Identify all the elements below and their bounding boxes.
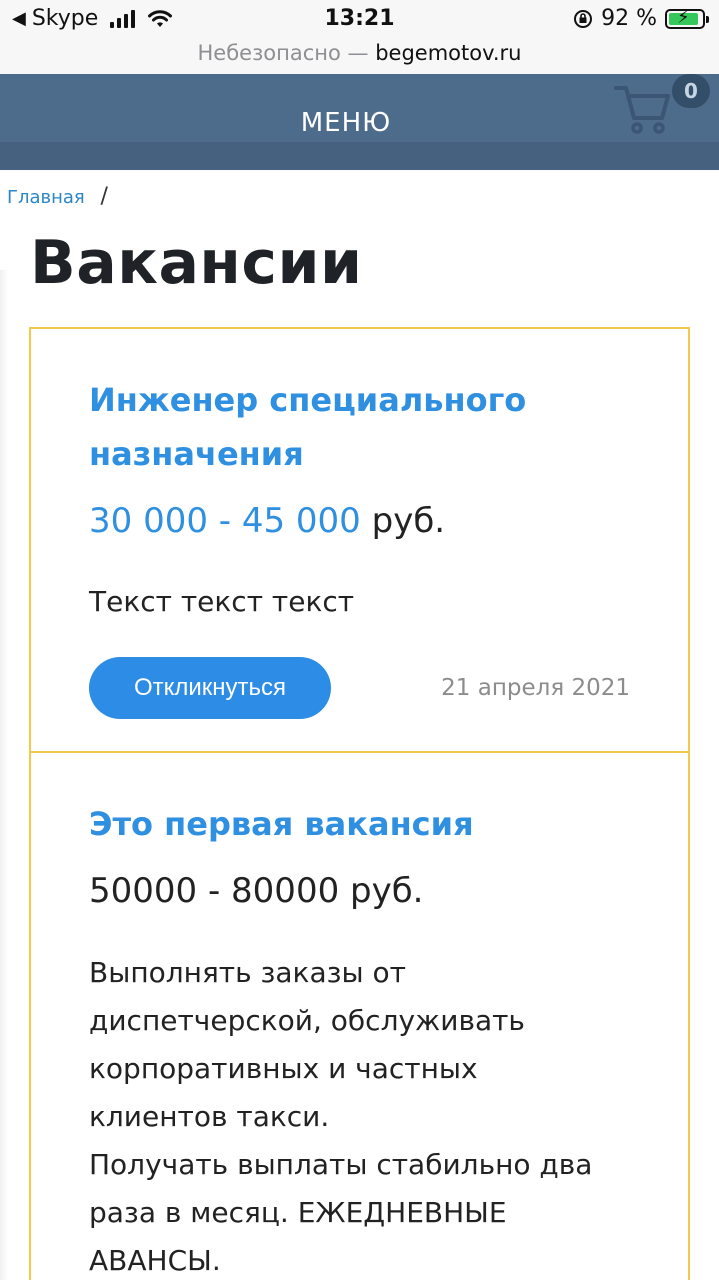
salary-currency: руб. [360,501,446,541]
respond-button[interactable]: Откликнуться [89,657,331,719]
page-title: Вакансии [30,228,363,298]
menu-button[interactable]: МЕНЮ [0,108,692,138]
cart-count-badge: 0 [672,74,710,108]
vacancy-salary: 30 000 - 45 000 руб. [89,501,445,541]
battery-percent: 92 % [601,6,657,31]
vacancy-description: Текст текст текст [89,585,355,618]
breadcrumb-home-link[interactable]: Главная [7,187,85,208]
salary-range: 30 000 - 45 000 [89,501,361,541]
address-bar[interactable]: Небезопасно — begemotov.ru [0,40,719,74]
status-right: 92 % ⚡ [573,6,709,31]
breadcrumb-separator: / [100,184,108,209]
vacancy-card: Инженер специального назначения 30 000 -… [29,327,690,753]
vacancy-title[interactable]: Инженер специального назначения [89,373,649,481]
vacancy-date: 21 апреля 2021 [441,675,630,701]
vacancy-card: Это первая вакансия 50000 - 80000 руб. В… [29,751,690,1280]
charging-bolt-icon: ⚡ [677,6,690,28]
battery-icon: ⚡ [665,6,709,29]
description-line: диспетчерской, обслуживать [89,1004,525,1037]
description-line: клиентов такси. [89,1100,330,1133]
status-bar: ◀ Skype 13:21 92 % ⚡ [0,0,719,40]
vacancy-salary: 50000 - 80000 руб. [89,871,424,911]
cart-icon[interactable] [612,80,672,136]
breadcrumb: Главная / [7,184,108,209]
description-line: АВАНСЫ. [89,1244,221,1277]
url-domain: begemotov.ru [375,41,522,65]
salary-currency: руб. [339,871,424,911]
description-line: раза в месяц. ЕЖЕДНЕВНЫЕ [89,1196,507,1229]
header-band [0,142,719,170]
security-label: Небезопасно — [197,41,369,65]
description-line: корпоративных и частных [89,1052,478,1085]
description-line: Получать выплаты стабильно два [89,1148,593,1181]
vacancy-title[interactable]: Это первая вакансия [89,797,649,851]
salary-range: 50000 - 80000 [89,871,340,911]
left-edge-shadow [0,270,8,1280]
vacancy-description: Выполнять заказы от диспетчерской, обслу… [89,949,649,1280]
description-line: Выполнять заказы от [89,956,406,989]
orientation-lock-icon [574,9,593,28]
